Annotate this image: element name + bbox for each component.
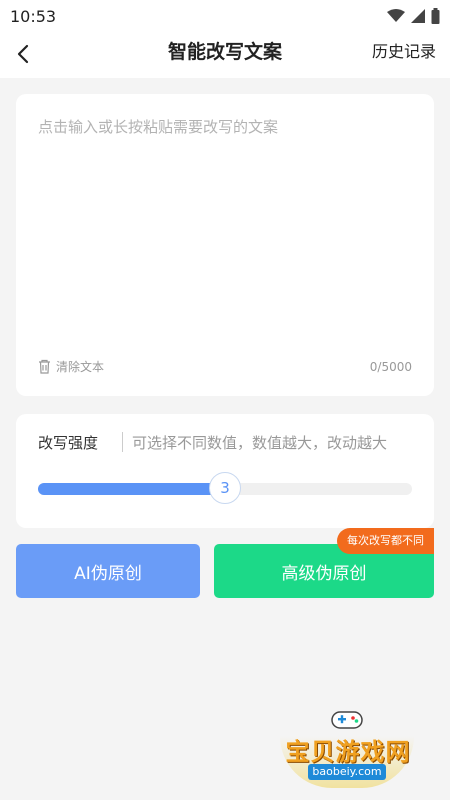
nav-bar: 智能改写文案 历史记录 (0, 32, 450, 78)
strength-hint: 可选择不同数值，数值越大，改动越大 (132, 434, 388, 452)
char-count: 0/5000 (369, 360, 412, 374)
signal-icon (411, 9, 425, 23)
status-icons (387, 8, 440, 24)
watermark-logo: 宝贝游戏网 baobeiy.com (272, 706, 422, 794)
battery-icon (431, 8, 440, 24)
slider-thumb[interactable]: 3 (209, 472, 241, 504)
watermark-url: baobeiy.com (308, 764, 386, 780)
ai-rewrite-button[interactable]: AI伪原创 (16, 544, 200, 598)
input-card: 点击输入或长按粘贴需要改写的文案 清除文本 0/5000 (16, 94, 434, 396)
text-input[interactable]: 点击输入或长按粘贴需要改写的文案 (38, 116, 412, 346)
wifi-icon (387, 9, 405, 22)
strength-card: 改写强度 可选择不同数值，数值越大，改动越大 3 (16, 414, 434, 528)
promo-badge: 每次改写都不同 (337, 528, 434, 554)
slider-fill (38, 483, 225, 495)
status-time: 10:53 (10, 6, 57, 26)
strength-slider[interactable]: 3 (38, 472, 412, 504)
gamepad-icon (331, 711, 363, 729)
watermark-text: 宝贝游戏网 (285, 738, 411, 766)
trash-icon (39, 359, 50, 374)
clear-text-button[interactable]: 清除文本 (38, 358, 104, 375)
divider (122, 432, 123, 452)
history-link[interactable]: 历史记录 (372, 32, 436, 78)
clear-text-label: 清除文本 (56, 360, 105, 374)
strength-label: 改写强度 (38, 434, 99, 452)
status-bar: 10:53 (0, 0, 450, 32)
